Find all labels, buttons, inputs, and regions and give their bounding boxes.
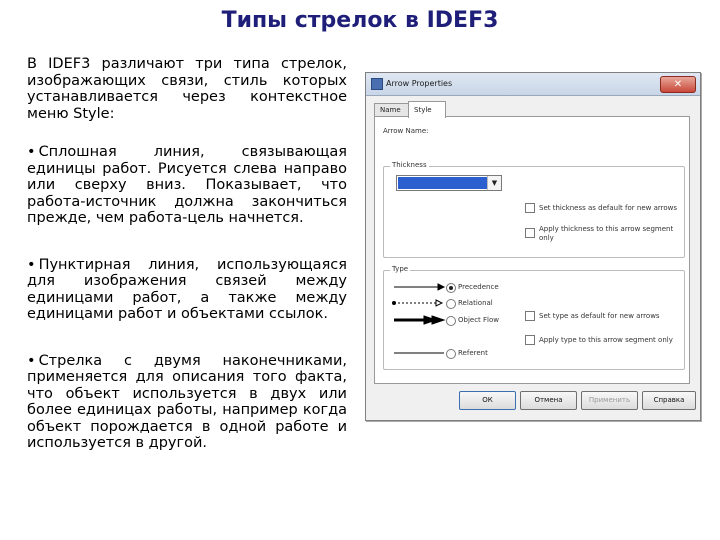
type-label-object-flow: Object Flow xyxy=(458,316,500,324)
thickness-default-label: Set thickness as default for new arrows xyxy=(539,204,677,212)
thickness-default-checkbox[interactable] xyxy=(525,203,535,213)
bullet-dashed-text: Пунктирная линия, использующаяся для изо… xyxy=(27,256,347,323)
precedence-sample xyxy=(394,283,446,291)
cancel-button[interactable]: Отмена xyxy=(520,391,577,410)
type-default-checkbox[interactable] xyxy=(525,311,535,321)
tab-style[interactable]: Style xyxy=(408,101,446,118)
bullet-solid-line: Сплошная линия, связывающая единицы рабо… xyxy=(27,144,347,227)
type-apply-checkbox[interactable] xyxy=(525,335,535,345)
type-radio-referent[interactable] xyxy=(446,349,456,359)
text-column: В IDEF3 различают три типа стрелок, изоб… xyxy=(27,56,347,452)
bullet-double-arrow: Стрелка с двумя наконечниками, применяет… xyxy=(27,353,347,452)
thickness-apply-checkbox[interactable] xyxy=(525,228,535,238)
chevron-down-icon[interactable]: ▼ xyxy=(487,176,501,190)
object-flow-sample xyxy=(394,315,446,325)
type-label-precedence: Precedence xyxy=(458,283,499,291)
type-default-label: Set type as default for new arrows xyxy=(539,312,660,320)
intro-paragraph: В IDEF3 различают три типа стрелок, изоб… xyxy=(27,56,347,122)
type-radio-relational[interactable] xyxy=(446,299,456,309)
dialog-title: Arrow Properties xyxy=(386,79,453,88)
ok-button[interactable]: ОК xyxy=(459,391,516,410)
thickness-group-label: Thickness xyxy=(390,161,429,169)
app-icon xyxy=(371,78,383,90)
arrow-name-label: Arrow Name: xyxy=(383,127,429,135)
type-apply-label: Apply type to this arrow segment only xyxy=(539,336,673,344)
type-label-relational: Relational xyxy=(458,299,493,307)
thickness-selected-value xyxy=(398,177,487,189)
style-tab-panel: Arrow Name: Thickness ▼ Set thickness as… xyxy=(374,116,690,384)
page-title: Типы стрелок в IDEF3 xyxy=(221,8,499,33)
thickness-dropdown[interactable]: ▼ xyxy=(396,175,502,191)
help-button[interactable]: Справка xyxy=(642,391,696,410)
thickness-apply-label-line2: only xyxy=(539,234,554,242)
apply-button[interactable]: Применить xyxy=(581,391,638,410)
bullet-solid-text: Сплошная линия, связывающая единицы рабо… xyxy=(27,144,347,226)
dialog-titlebar[interactable]: Arrow Properties ✕ xyxy=(366,73,700,96)
type-radio-precedence[interactable] xyxy=(446,283,456,293)
close-button[interactable]: ✕ xyxy=(660,76,696,93)
relational-sample xyxy=(392,299,444,307)
type-label-referent: Referent xyxy=(458,349,488,357)
thickness-group: Thickness ▼ Set thickness as default for… xyxy=(383,161,685,258)
type-radio-object-flow[interactable] xyxy=(446,316,456,326)
bullet-dashed-line: Пунктирная линия, использующаяся для изо… xyxy=(27,257,347,323)
tab-name[interactable]: Name xyxy=(374,103,412,117)
bullet-double-text: Стрелка с двумя наконечниками, применяет… xyxy=(27,352,347,452)
type-group: Type Precedence Relational Object Flow R… xyxy=(383,265,685,370)
thickness-apply-label: Apply thickness to this arrow segment xyxy=(539,225,674,233)
arrow-properties-dialog: Arrow Properties ✕ Name Style Arrow Name… xyxy=(365,72,701,421)
